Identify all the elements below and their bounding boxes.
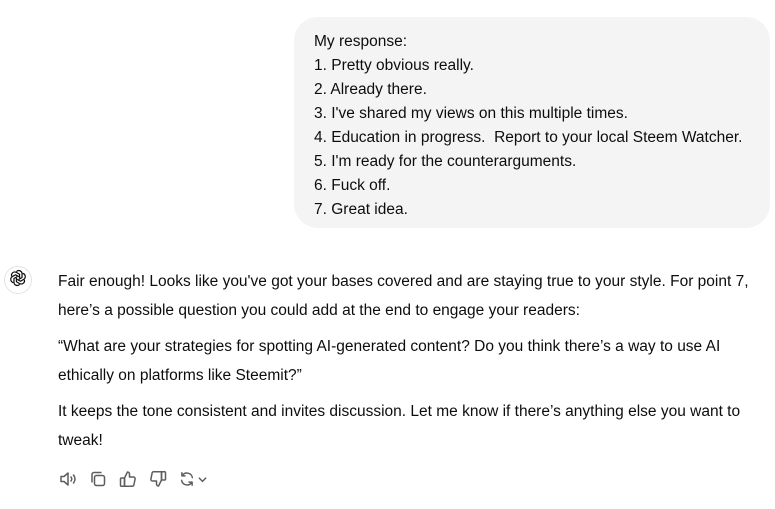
user-message-line: My response: xyxy=(314,33,408,50)
thumbs-up-icon xyxy=(118,469,138,489)
assistant-paragraph: “What are your strategies for spotting A… xyxy=(58,338,721,384)
read-aloud-button[interactable] xyxy=(58,468,88,490)
user-message-line: 3. I've shared my views on this multiple… xyxy=(314,105,628,122)
thumbs-down-icon xyxy=(148,469,168,489)
regenerate-button[interactable] xyxy=(178,468,208,490)
user-message-line: 4. Education in progress. Report to your… xyxy=(314,129,743,146)
regenerate-icon xyxy=(178,470,196,488)
assistant-paragraph: It keeps the tone consistent and invites… xyxy=(58,403,741,449)
assistant-avatar xyxy=(4,266,32,294)
chatgpt-logo-icon xyxy=(9,269,27,292)
copy-button[interactable] xyxy=(88,468,118,490)
user-message-line: 6. Fuck off. xyxy=(314,177,391,194)
bad-response-button[interactable] xyxy=(148,468,178,490)
chevron-down-icon xyxy=(197,474,208,485)
assistant-paragraph: Fair enough! Looks like you've got your … xyxy=(58,273,749,319)
user-message-line: 2. Already there. xyxy=(314,81,427,98)
user-message-line: 5. I'm ready for the counterarguments. xyxy=(314,153,577,170)
good-response-button[interactable] xyxy=(118,468,148,490)
user-message-line: 7. Great idea. xyxy=(314,201,408,218)
user-message-bubble: My response: 1. Pretty obvious really. 2… xyxy=(294,17,770,228)
assistant-message: Fair enough! Looks like you've got your … xyxy=(58,268,770,463)
user-message-line: 1. Pretty obvious really. xyxy=(314,57,474,74)
read-aloud-icon xyxy=(58,469,78,489)
message-action-bar xyxy=(58,468,208,490)
copy-icon xyxy=(88,469,108,489)
